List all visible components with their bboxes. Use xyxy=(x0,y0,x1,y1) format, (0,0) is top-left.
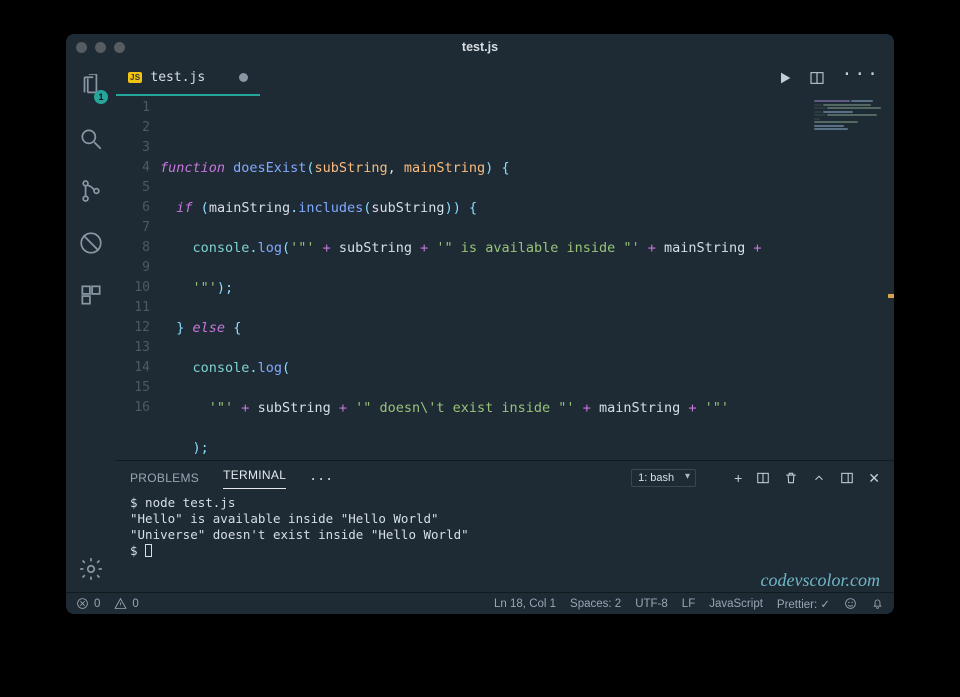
tab-modified-indicator-icon xyxy=(239,73,248,82)
panel-more-icon[interactable]: ··· xyxy=(310,473,334,483)
source-control-icon[interactable] xyxy=(78,178,104,204)
line-number-gutter: 12345678910111213141516 xyxy=(116,96,160,460)
terminal-output[interactable]: $ node test.js "Hello" is available insi… xyxy=(116,495,894,592)
window-title: test.js xyxy=(66,40,894,54)
tab-terminal[interactable]: TERMINAL xyxy=(223,468,286,489)
minimap[interactable] xyxy=(814,100,890,152)
split-editor-icon[interactable] xyxy=(809,70,825,86)
status-encoding[interactable]: UTF-8 xyxy=(635,598,668,610)
terminal-selector[interactable]: 1: bash xyxy=(631,469,696,487)
kill-terminal-trash-icon[interactable] xyxy=(784,471,798,485)
main-area: JS test.js ··· 12345678910111213141516 f… xyxy=(116,60,894,592)
status-indentation[interactable]: Spaces: 2 xyxy=(570,598,621,610)
panel-tabs: PROBLEMS TERMINAL ··· 1: bash + xyxy=(116,461,894,495)
editor-window: test.js 1 xyxy=(66,34,894,614)
terminal-cursor-icon xyxy=(145,544,152,557)
status-bell-icon[interactable] xyxy=(871,597,884,610)
tab-test-js[interactable]: JS test.js xyxy=(116,60,260,96)
explorer-icon[interactable]: 1 xyxy=(78,74,104,100)
status-warnings[interactable]: 0 xyxy=(114,597,138,610)
js-file-icon: JS xyxy=(128,72,142,83)
titlebar: test.js xyxy=(66,34,894,60)
activity-bar: 1 xyxy=(66,60,116,592)
panel-layout-icon[interactable] xyxy=(840,471,854,485)
close-panel-icon[interactable]: ✕ xyxy=(868,471,880,485)
split-terminal-icon[interactable] xyxy=(756,471,770,485)
more-actions-icon[interactable]: ··· xyxy=(841,70,880,86)
run-play-icon[interactable] xyxy=(777,70,793,86)
extensions-icon[interactable] xyxy=(78,282,104,308)
error-circle-icon xyxy=(76,597,89,610)
status-bar: 0 0 Ln 18, Col 1 Spaces: 2 UTF-8 LF Java… xyxy=(66,592,894,614)
status-prettier[interactable]: Prettier: ✓ xyxy=(777,597,830,611)
status-errors[interactable]: 0 xyxy=(76,597,100,610)
bottom-panel: PROBLEMS TERMINAL ··· 1: bash + xyxy=(116,460,894,592)
tab-label: test.js xyxy=(150,70,205,85)
settings-gear-icon[interactable] xyxy=(78,556,104,582)
status-feedback-smiley-icon[interactable] xyxy=(844,597,857,610)
watermark: codevscolor.com xyxy=(761,572,880,588)
scrollbar-marker xyxy=(888,294,894,298)
tab-bar: JS test.js ··· xyxy=(116,60,894,96)
editor-actions: ··· xyxy=(777,70,894,86)
debug-icon[interactable] xyxy=(78,230,104,256)
new-terminal-icon[interactable]: + xyxy=(734,471,742,485)
code-editor[interactable]: 12345678910111213141516 function doesExi… xyxy=(116,96,894,460)
warning-triangle-icon xyxy=(114,597,127,610)
code-content[interactable]: function doesExist(subString, mainString… xyxy=(160,96,894,460)
maximize-panel-chevron-up-icon[interactable] xyxy=(812,471,826,485)
status-cursor-position[interactable]: Ln 18, Col 1 xyxy=(494,598,556,610)
explorer-badge: 1 xyxy=(94,90,108,104)
search-icon[interactable] xyxy=(78,126,104,152)
tab-problems[interactable]: PROBLEMS xyxy=(130,471,199,485)
status-language[interactable]: JavaScript xyxy=(709,598,763,610)
status-eol[interactable]: LF xyxy=(682,598,695,610)
